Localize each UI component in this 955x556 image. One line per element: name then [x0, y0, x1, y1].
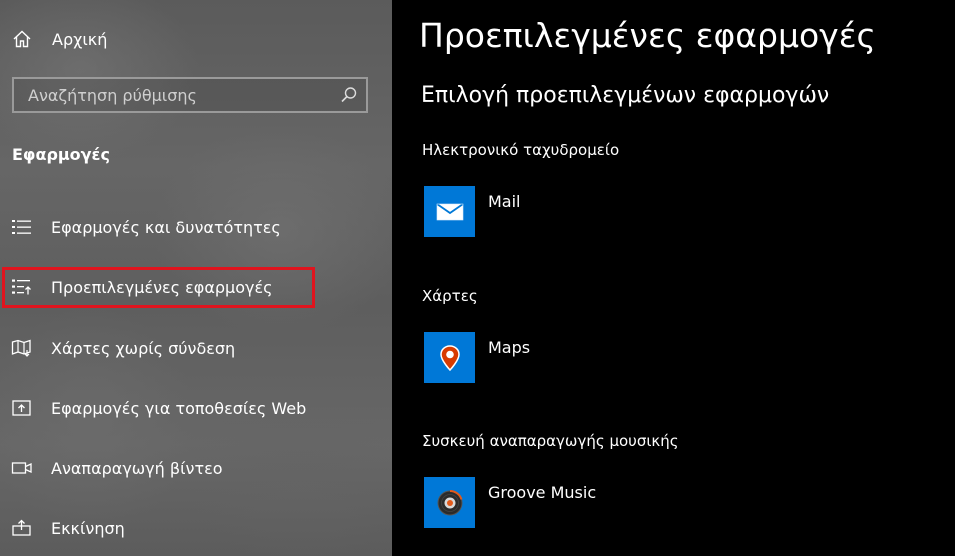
- sidebar-item-label: Εφαρμογές και δυνατότητες: [51, 217, 281, 237]
- mail-icon: [424, 186, 475, 237]
- settings-window: Αρχική Εφαρμογές: [0, 0, 955, 556]
- maps-icon: [424, 332, 475, 383]
- app-name: Maps: [488, 338, 531, 357]
- offline-map-icon: [11, 338, 33, 358]
- list-icon: [11, 217, 33, 237]
- search-input[interactable]: [14, 84, 340, 106]
- sidebar-item-apps-for-websites[interactable]: Εφαρμογές για τοποθεσίες Web: [0, 388, 392, 428]
- web-app-icon: [11, 398, 33, 418]
- groove-music-icon: [424, 477, 475, 528]
- sidebar-item-label: Εκκίνηση: [51, 518, 125, 538]
- search-box[interactable]: [12, 77, 368, 113]
- main-panel: Προεπιλεγμένες εφαρμογές Επιλογή προεπιλ…: [392, 0, 955, 556]
- home-icon: [12, 29, 32, 49]
- page-title: Προεπιλεγμένες εφαρμογές: [419, 16, 876, 55]
- category-label-maps: Χάρτες: [422, 287, 478, 305]
- sidebar: Αρχική Εφαρμογές: [0, 0, 392, 556]
- default-music-app-button[interactable]: Groove Music: [424, 477, 596, 529]
- default-maps-app-button[interactable]: Maps: [424, 332, 530, 384]
- default-apps-icon: [11, 277, 33, 297]
- section-title: Εφαρμογές: [12, 145, 110, 164]
- startup-icon: [11, 518, 33, 538]
- sidebar-item-label: Χάρτες χωρίς σύνδεση: [51, 338, 236, 358]
- category-label-email: Ηλεκτρονικό ταχυδρομείο: [422, 141, 620, 159]
- section-subtitle: Επιλογή προεπιλεγμένων εφαρμογών: [421, 83, 830, 108]
- sidebar-item-label: Εφαρμογές για τοποθεσίες Web: [51, 398, 307, 418]
- home-label: Αρχική: [52, 29, 108, 49]
- sidebar-item-apps-features[interactable]: Εφαρμογές και δυνατότητες: [0, 207, 392, 247]
- sidebar-item-default-apps[interactable]: Προεπιλεγμένες εφαρμογές: [0, 267, 392, 307]
- app-name: Mail: [488, 192, 521, 211]
- sidebar-item-video-playback[interactable]: Αναπαραγωγή βίντεο: [0, 448, 392, 488]
- home-nav-item[interactable]: Αρχική: [12, 27, 107, 51]
- default-email-app-button[interactable]: Mail: [424, 186, 521, 238]
- sidebar-item-label: Αναπαραγωγή βίντεο: [51, 458, 223, 478]
- sidebar-item-label: Προεπιλεγμένες εφαρμογές: [51, 277, 273, 297]
- search-icon[interactable]: [340, 86, 358, 104]
- sidebar-item-startup[interactable]: Εκκίνηση: [0, 508, 392, 548]
- app-name: Groove Music: [488, 483, 597, 502]
- video-icon: [11, 458, 33, 478]
- sidebar-item-offline-maps[interactable]: Χάρτες χωρίς σύνδεση: [0, 328, 392, 368]
- category-label-music-player: Συσκευή αναπαραγωγής μουσικής: [422, 432, 679, 450]
